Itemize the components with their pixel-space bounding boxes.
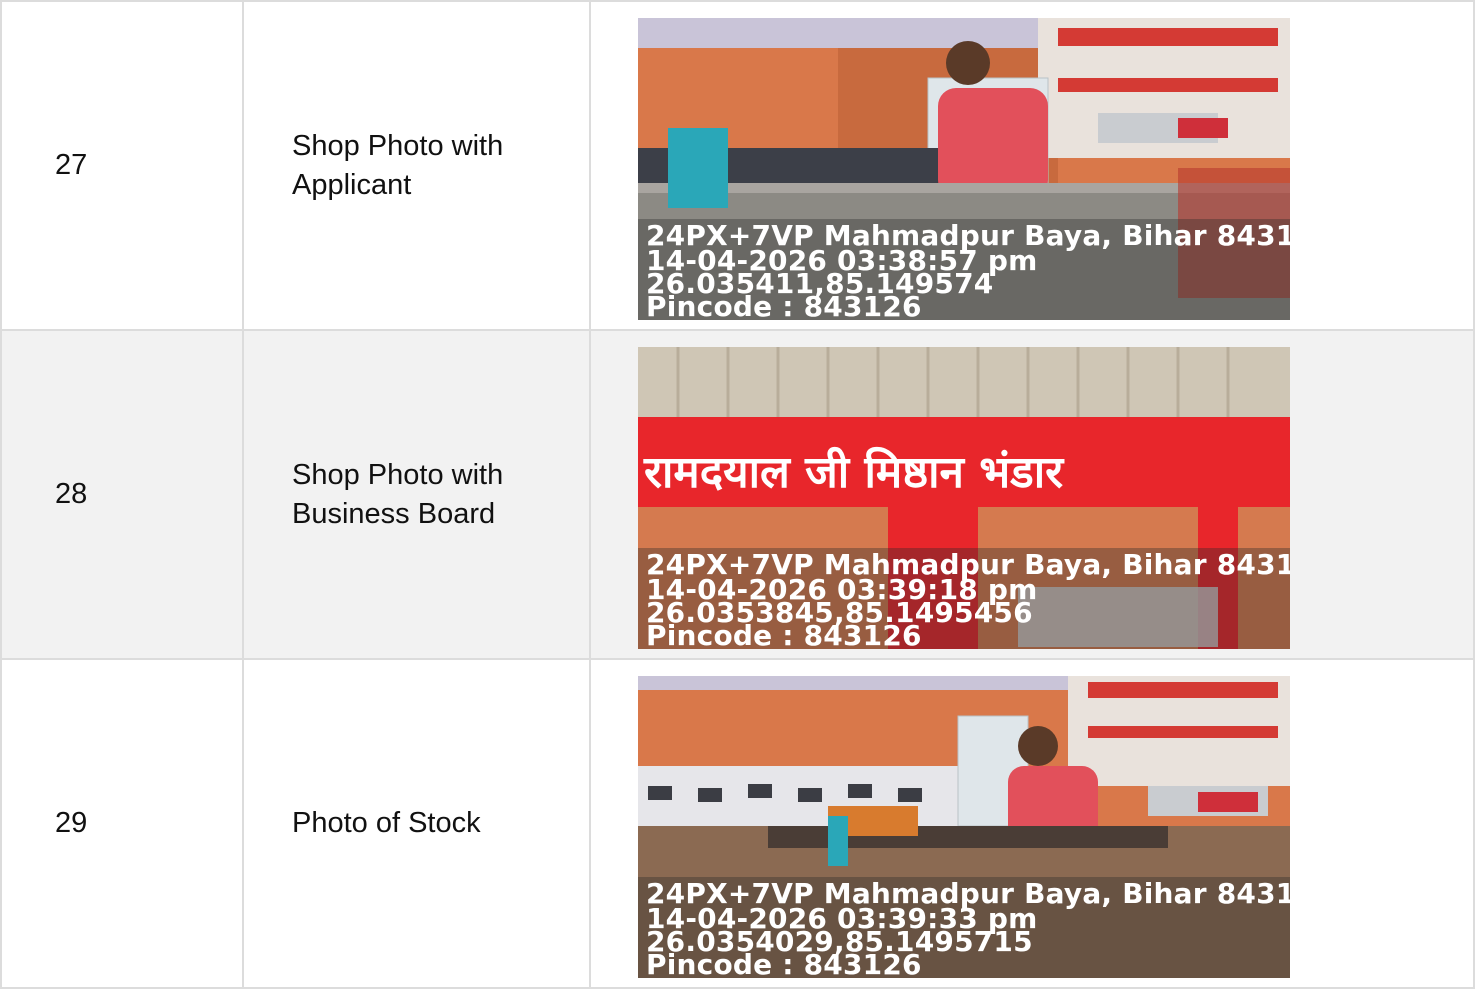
photo-stamp: 24PX+7VP Mahmadpur Baya, Bihar 843126, 1… [638, 219, 1290, 320]
document-table: 27 Shop Photo with Applicant 24PX+7VP Ma… [0, 0, 1475, 989]
shop-photo-stock: 24PX+7VP Mahmadpur Baya, Bihar 843126, 1… [638, 676, 1290, 978]
row-description: Shop Photo with Business Board [242, 329, 591, 660]
photo-cell: 24PX+7VP Mahmadpur Baya, Bihar 843126, 1… [589, 658, 1475, 989]
photo-stamp: 24PX+7VP Mahmadpur Baya, Bihar 843126, 1… [638, 877, 1290, 978]
table-row: 29 Photo of Stock 24PX+7VP Mahmadpur Bay… [0, 658, 1475, 989]
shop-photo-board: रामदयाल जी मिष्ठान भंडार 24PX+7VP Mahmad… [638, 347, 1290, 649]
row-description: Shop Photo with Applicant [242, 0, 591, 331]
photo-stamp: 24PX+7VP Mahmadpur Baya, Bihar 843126, 1… [638, 548, 1290, 649]
row-number: 29 [0, 658, 244, 989]
signboard-text: रामदयाल जी मिष्ठान भंडार [643, 446, 1065, 498]
photo-cell: रामदयाल जी मिष्ठान भंडार 24PX+7VP Mahmad… [589, 329, 1475, 660]
row-description: Photo of Stock [242, 658, 591, 989]
row-number: 27 [0, 0, 244, 331]
table-row: 27 Shop Photo with Applicant 24PX+7VP Ma… [0, 0, 1475, 331]
row-number: 28 [0, 329, 244, 660]
shop-photo-applicant: 24PX+7VP Mahmadpur Baya, Bihar 843126, 1… [638, 18, 1290, 320]
table-row: 28 Shop Photo with Business Board रामदया… [0, 329, 1475, 660]
photo-cell: 24PX+7VP Mahmadpur Baya, Bihar 843126, 1… [589, 0, 1475, 331]
